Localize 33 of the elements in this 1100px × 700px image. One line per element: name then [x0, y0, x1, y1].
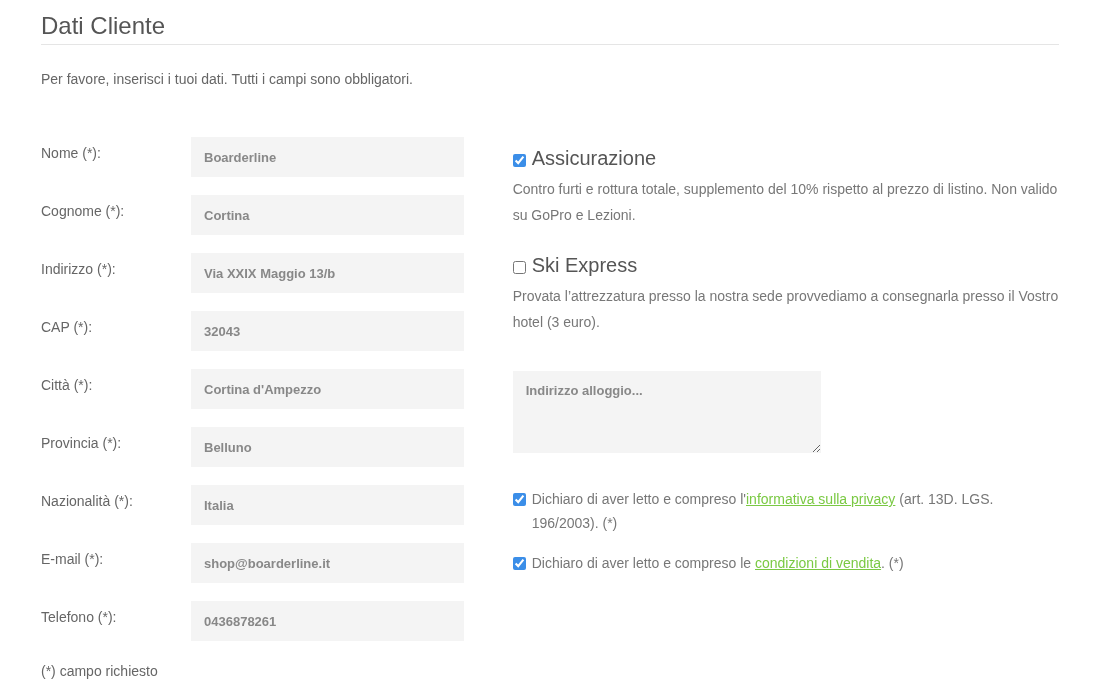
option-checkbox[interactable]: [512, 260, 526, 274]
option-description: Contro furti e rottura totale, supplemento del 10% rispetto al prezzo di listino. Non valido su GoPro e Lezioni.: [512, 180, 1059, 225]
accommodation-field[interactable]: Indirizzo alloggio...: [512, 371, 821, 453]
field-label: E-mail (*):: [41, 550, 105, 567]
field-label: Città (*):: [41, 376, 94, 393]
field-label: CAP (*):: [41, 318, 94, 335]
consent-checkbox[interactable]: [512, 493, 526, 506]
field-label: Cognome (*):: [41, 202, 126, 219]
consent-text: Dichiaro di aver letto e compreso le condizioni di vendita. (*): [531, 554, 904, 573]
input-field[interactable]: 0436878261: [191, 601, 464, 641]
field-label: Nome (*):: [41, 144, 102, 161]
consent-checkbox[interactable]: [512, 557, 526, 570]
field-label: Provincia (*):: [41, 434, 123, 451]
input-field[interactable]: shop@boarderline.it: [191, 543, 464, 583]
option-checkbox[interactable]: [512, 153, 526, 167]
input-field[interactable]: Cortina d'Ampezzo: [191, 369, 464, 409]
input-field[interactable]: 32043: [191, 311, 464, 351]
option-description: Provata l’attrezzatura presso la nostra sede provvediamo a consegnarla presso il Vostro hotel (3 euro).: [512, 287, 1059, 332]
input-field[interactable]: Boarderline: [191, 137, 464, 177]
option-title: Ski Express: [531, 254, 638, 277]
field-label: Indirizzo (*):: [41, 260, 117, 277]
option-title: Assicurazione: [531, 147, 657, 170]
input-field[interactable]: Via XXIX Maggio 13/b: [191, 253, 464, 293]
footnote-text: (*) campo richiesto: [41, 663, 159, 679]
page-title: Dati Cliente: [41, 12, 1059, 45]
input-field[interactable]: Belluno: [191, 427, 464, 467]
input-field[interactable]: Cortina: [191, 195, 464, 235]
field-label: Telefono (*):: [41, 608, 118, 625]
field-label: Nazionalità (*):: [41, 492, 134, 509]
input-field[interactable]: Italia: [191, 485, 464, 525]
consent-link[interactable]: informativa sulla privacy: [746, 491, 896, 507]
consent-text: Dichiaro di aver letto e compreso l'informativa sulla privacy (art. 13D. LGS. 196/2003). (*): [531, 490, 995, 533]
intro-text: Per favore, inserisci i tuoi dati. Tutti i campi sono obbligatori.: [41, 71, 414, 87]
